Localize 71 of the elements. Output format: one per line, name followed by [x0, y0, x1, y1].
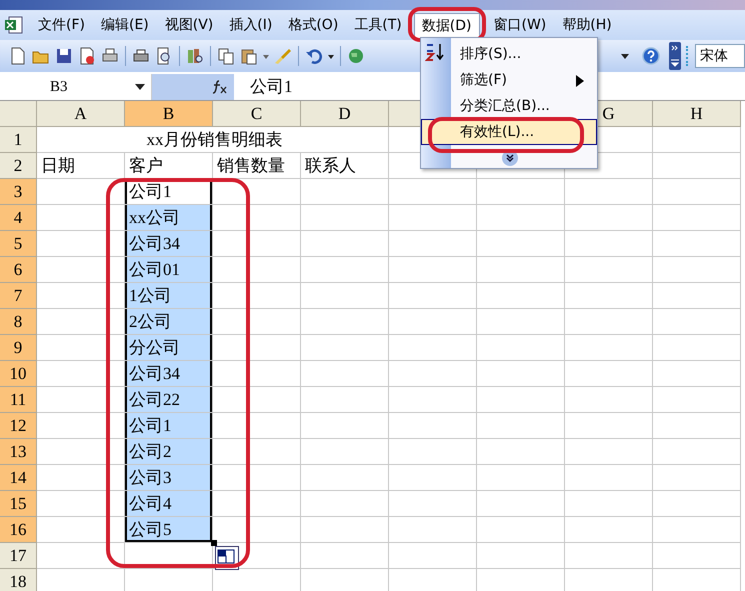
row-header[interactable]: 13	[0, 439, 37, 465]
row-header[interactable]: 9	[0, 335, 37, 361]
table-cell: 公司01	[125, 257, 213, 283]
spreadsheet-icon[interactable]	[4, 15, 24, 35]
table-cell: 公司2	[125, 439, 213, 465]
row-header[interactable]: 6	[0, 257, 37, 283]
row-header[interactable]: 3	[0, 179, 37, 205]
row-header[interactable]: 7	[0, 283, 37, 309]
row-header[interactable]: 18	[0, 569, 37, 591]
document-icon[interactable]	[78, 47, 96, 65]
books-icon[interactable]	[186, 47, 204, 65]
menu-item[interactable]: 插入(I)	[221, 12, 280, 38]
table-cell: 公司5	[125, 517, 213, 543]
row-header[interactable]: 2	[0, 153, 37, 179]
table-cell: 1公司	[125, 283, 213, 309]
toolbar-options-icon[interactable]	[669, 42, 681, 70]
table-cell: 公司1	[125, 413, 213, 439]
row-header[interactable]: 8	[0, 309, 37, 335]
caret-icon[interactable]	[135, 83, 145, 91]
table-cell: 分公司	[125, 335, 213, 361]
menu-item[interactable]: 编辑(E)	[92, 12, 157, 38]
table-cell: 联系人	[301, 153, 389, 179]
menu-item[interactable]: 视图(V)	[156, 12, 222, 38]
table-cell: 销售数量	[213, 153, 301, 179]
row-header[interactable]: 5	[0, 231, 37, 257]
copy-icon[interactable]	[217, 47, 235, 65]
row-header[interactable]: 1	[0, 127, 37, 153]
paste-icon[interactable]	[240, 47, 258, 65]
table-cell: 公司34	[125, 361, 213, 387]
menu-item[interactable]: 数据(D)	[414, 12, 480, 38]
menu-item[interactable]: 格式(O)	[280, 12, 346, 38]
table-cell: 公司22	[125, 387, 213, 413]
function-icon[interactable]	[212, 80, 228, 94]
table-cell: xx公司	[125, 205, 213, 231]
menu-item[interactable]: 有效性(L)...	[421, 119, 597, 145]
menu-item[interactable]: 文件(F)	[30, 12, 93, 38]
globe-icon[interactable]	[347, 47, 365, 65]
undo-icon[interactable]	[305, 47, 323, 65]
menu-item[interactable]: 工具(T)	[346, 12, 410, 38]
fill-handle[interactable]	[211, 540, 217, 546]
column-header[interactable]: B	[125, 101, 213, 127]
table-cell: xx月份销售明细表	[37, 127, 389, 153]
table-cell: 公司34	[125, 231, 213, 257]
menu-item[interactable]: 筛选(F)	[421, 67, 597, 93]
column-header[interactable]: C	[213, 101, 301, 127]
submenu-arrow-icon	[576, 75, 584, 87]
menu-item[interactable]: 排序(S)...	[421, 41, 597, 67]
row-header[interactable]: 11	[0, 387, 37, 413]
column-header[interactable]: A	[37, 101, 125, 127]
column-header[interactable]: D	[301, 101, 389, 127]
table-cell: 日期	[37, 153, 125, 179]
column-header[interactable]: H	[653, 101, 741, 127]
row-header[interactable]: 15	[0, 491, 37, 517]
table-cell: 2公司	[125, 309, 213, 335]
help-icon[interactable]	[641, 46, 661, 66]
table-cell: 公司3	[125, 465, 213, 491]
new-document-icon[interactable]	[9, 47, 27, 65]
toolbar-grip[interactable]	[686, 46, 690, 66]
menu-item[interactable]: 窗口(W)	[486, 12, 554, 38]
formula-field[interactable]: 公司1	[234, 74, 418, 100]
row-header[interactable]: 17	[0, 543, 37, 569]
row-header[interactable]: 16	[0, 517, 37, 543]
table-cell: 客户	[125, 153, 213, 179]
row-header[interactable]: 4	[0, 205, 37, 231]
table-cell: 公司4	[125, 491, 213, 517]
row-header[interactable]: 14	[0, 465, 37, 491]
save-icon[interactable]	[55, 47, 73, 65]
row-header[interactable]: 12	[0, 413, 37, 439]
row-header[interactable]: 10	[0, 361, 37, 387]
menu-item[interactable]: 帮助(H)	[554, 12, 620, 38]
font-field[interactable]: 宋体	[695, 44, 745, 68]
